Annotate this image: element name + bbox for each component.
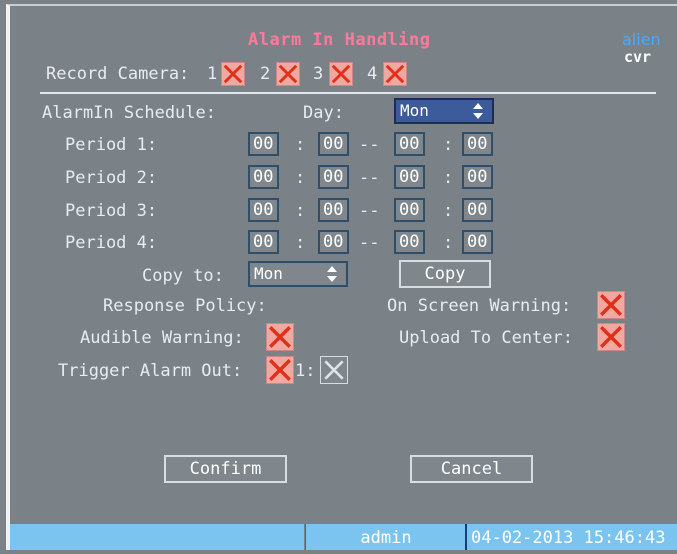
camera-3-number: 3	[313, 64, 324, 84]
period-2-colon-end: :	[443, 168, 454, 188]
camera-3-checkbox[interactable]	[329, 62, 353, 86]
period-4-colon-start: :	[295, 233, 306, 253]
period-3-colon-start: :	[295, 201, 306, 221]
period-2-start-hour[interactable]: 00	[248, 165, 279, 189]
upload-to-center-label: Upload To Center:	[399, 328, 573, 348]
period-3-start-minute[interactable]: 00	[318, 198, 349, 222]
period-1-dash: --	[359, 135, 380, 155]
period-4-start-minute[interactable]: 00	[318, 230, 349, 254]
updown-arrows-icon	[327, 266, 337, 282]
copy-to-value: Mon	[254, 264, 283, 283]
camera-1-number: 1	[207, 64, 218, 84]
record-camera-label: Record Camera:	[46, 64, 190, 84]
logo-line2: cvr	[624, 48, 652, 66]
alarm-out-1-label: 1:	[295, 361, 316, 381]
period-1-start-minute[interactable]: 00	[318, 132, 349, 156]
camera-2-checkbox[interactable]	[276, 62, 300, 86]
day-select[interactable]: Mon	[394, 98, 494, 124]
period-4-end-hour[interactable]: 00	[394, 230, 425, 254]
period-3-label: Period 3:	[65, 201, 158, 221]
period-2-colon-start: :	[295, 168, 306, 188]
response-policy-label: Response Policy:	[103, 296, 267, 316]
period-2-end-hour[interactable]: 00	[394, 165, 425, 189]
brand-logo: alien cvr	[622, 30, 674, 70]
period-1-start-hour[interactable]: 00	[248, 132, 279, 156]
updown-arrows-icon	[473, 103, 483, 119]
period-3-end-minute[interactable]: 00	[462, 198, 493, 222]
status-bar: admin 04-02-2013 15:46:43	[10, 524, 677, 550]
period-1-label: Period 1:	[65, 135, 158, 155]
logo-line1: alien	[622, 30, 661, 49]
period-1-colon-end: :	[443, 135, 454, 155]
period-4-colon-end: :	[443, 233, 454, 253]
confirm-button[interactable]: Confirm	[164, 455, 287, 483]
period-2-start-minute[interactable]: 00	[318, 165, 349, 189]
period-1-colon-start: :	[295, 135, 306, 155]
period-2-end-minute[interactable]: 00	[462, 165, 493, 189]
on-screen-warning-checkbox[interactable]	[597, 291, 625, 319]
trigger-alarm-out-checkbox[interactable]	[266, 356, 294, 384]
period-4-label: Period 4:	[65, 233, 158, 253]
on-screen-warning-label: On Screen Warning:	[387, 296, 572, 316]
dialog-title: Alarm In Handling	[248, 30, 431, 50]
cancel-button[interactable]: Cancel	[410, 455, 533, 483]
period-1-end-hour[interactable]: 00	[394, 132, 425, 156]
audible-warning-checkbox[interactable]	[266, 323, 294, 351]
alarm-out-1-checkbox[interactable]	[320, 356, 348, 384]
upload-to-center-checkbox[interactable]	[597, 323, 625, 351]
copy-to-select[interactable]: Mon	[248, 261, 348, 287]
camera-4-number: 4	[367, 64, 378, 84]
period-4-dash: --	[359, 233, 380, 253]
audible-warning-label: Audible Warning:	[80, 328, 244, 348]
day-select-value: Mon	[400, 101, 429, 120]
alarmin-schedule-label: AlarmIn Schedule:	[42, 103, 216, 123]
period-4-end-minute[interactable]: 00	[462, 230, 493, 254]
period-4-start-hour[interactable]: 00	[248, 230, 279, 254]
trigger-alarm-out-label: Trigger Alarm Out:	[58, 361, 243, 381]
period-2-label: Period 2:	[65, 168, 158, 188]
period-3-start-hour[interactable]: 00	[248, 198, 279, 222]
header-divider	[40, 92, 656, 94]
day-label: Day:	[303, 103, 344, 123]
status-datetime: 04-02-2013 15:46:43	[465, 524, 677, 550]
period-3-end-hour[interactable]: 00	[394, 198, 425, 222]
status-bar-left-segment	[10, 524, 304, 550]
status-user: admin	[305, 524, 466, 550]
camera-1-checkbox[interactable]	[221, 62, 245, 86]
period-3-colon-end: :	[443, 201, 454, 221]
camera-4-checkbox[interactable]	[383, 62, 407, 86]
period-2-dash: --	[359, 168, 380, 188]
camera-2-number: 2	[260, 64, 271, 84]
copy-to-label: Copy to:	[142, 266, 224, 286]
period-3-dash: --	[359, 201, 380, 221]
period-1-end-minute[interactable]: 00	[462, 132, 493, 156]
copy-button[interactable]: Copy	[399, 260, 491, 288]
